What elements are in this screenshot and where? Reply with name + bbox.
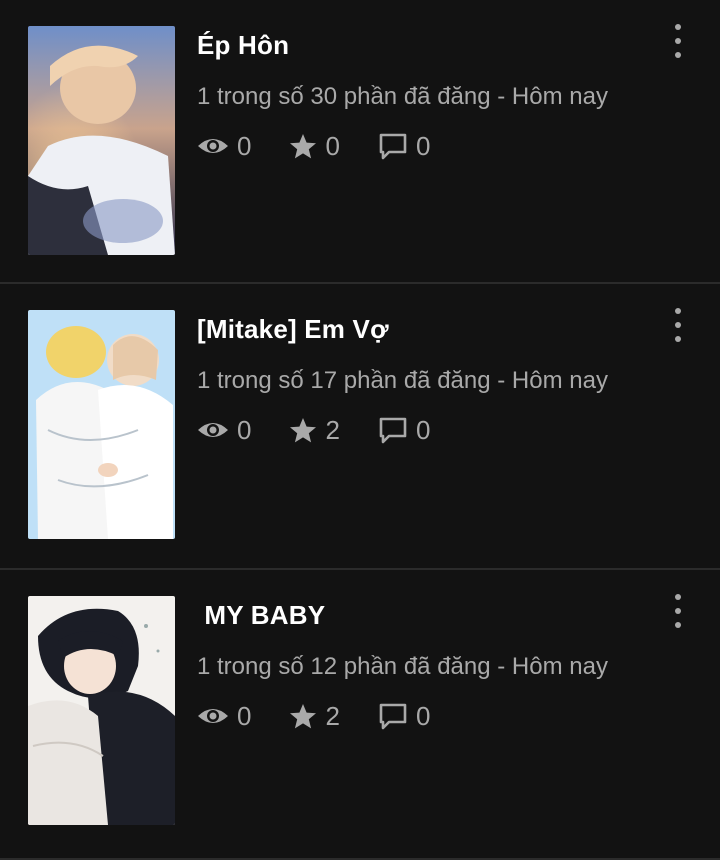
comment-icon <box>379 703 407 730</box>
story-stats: 0 2 0 <box>197 414 468 446</box>
votes-count: 2 <box>325 414 340 445</box>
views-count: 0 <box>237 700 252 731</box>
star-icon <box>290 418 317 443</box>
views-count: 0 <box>237 414 252 445</box>
votes-count: 0 <box>325 130 340 161</box>
star-icon <box>290 134 317 159</box>
story-stats: 0 0 0 <box>197 130 468 162</box>
comments-count: 0 <box>415 700 431 731</box>
more-vertical-icon[interactable] <box>666 308 690 342</box>
story-parts-info: 1 trong số 12 phần đã đăng - Hôm nay <box>197 653 608 680</box>
story-title[interactable]: [Mitake] Em Vợ <box>197 314 389 345</box>
star-icon <box>290 704 317 729</box>
story-title[interactable]: MY BABY <box>197 600 325 631</box>
cover-image <box>28 26 175 255</box>
story-parts-info: 1 trong số 17 phần đã đăng - Hôm nay <box>197 367 608 394</box>
comments-stat: 0 <box>378 701 430 732</box>
story-title[interactable]: Ép Hôn <box>197 30 289 61</box>
story-item[interactable]: [Mitake] Em Vợ 1 trong số 17 phần đã đăn… <box>0 284 720 570</box>
more-vertical-icon[interactable] <box>666 24 690 58</box>
comment-icon <box>379 133 407 160</box>
story-cover[interactable] <box>28 310 175 539</box>
comments-count: 0 <box>415 414 431 445</box>
cover-image <box>28 310 175 539</box>
views-stat: 0 <box>197 701 251 732</box>
votes-stat: 0 <box>289 130 340 162</box>
comments-stat: 0 <box>378 415 430 446</box>
eye-icon <box>198 423 228 437</box>
eye-icon <box>198 709 228 723</box>
votes-stat: 2 <box>289 414 340 446</box>
story-parts-info: 1 trong số 30 phần đã đăng - Hôm nay <box>197 83 608 110</box>
cover-image <box>28 596 175 825</box>
eye-icon <box>198 139 228 153</box>
story-item[interactable]: MY BABY 1 trong số 12 phần đã đăng - Hôm… <box>0 570 720 860</box>
comment-icon <box>379 417 407 444</box>
story-list: Ép Hôn 1 trong số 30 phần đã đăng - Hôm … <box>0 0 720 860</box>
votes-count: 2 <box>325 700 340 731</box>
story-stats: 0 2 0 <box>197 700 468 732</box>
views-stat: 0 <box>197 415 251 446</box>
votes-stat: 2 <box>289 700 340 732</box>
views-stat: 0 <box>197 131 251 162</box>
story-item[interactable]: Ép Hôn 1 trong số 30 phần đã đăng - Hôm … <box>0 0 720 284</box>
comments-count: 0 <box>415 130 431 161</box>
more-vertical-icon[interactable] <box>666 594 690 628</box>
story-cover[interactable] <box>28 26 175 255</box>
views-count: 0 <box>237 130 252 161</box>
story-cover[interactable] <box>28 596 175 825</box>
comments-stat: 0 <box>378 131 430 162</box>
